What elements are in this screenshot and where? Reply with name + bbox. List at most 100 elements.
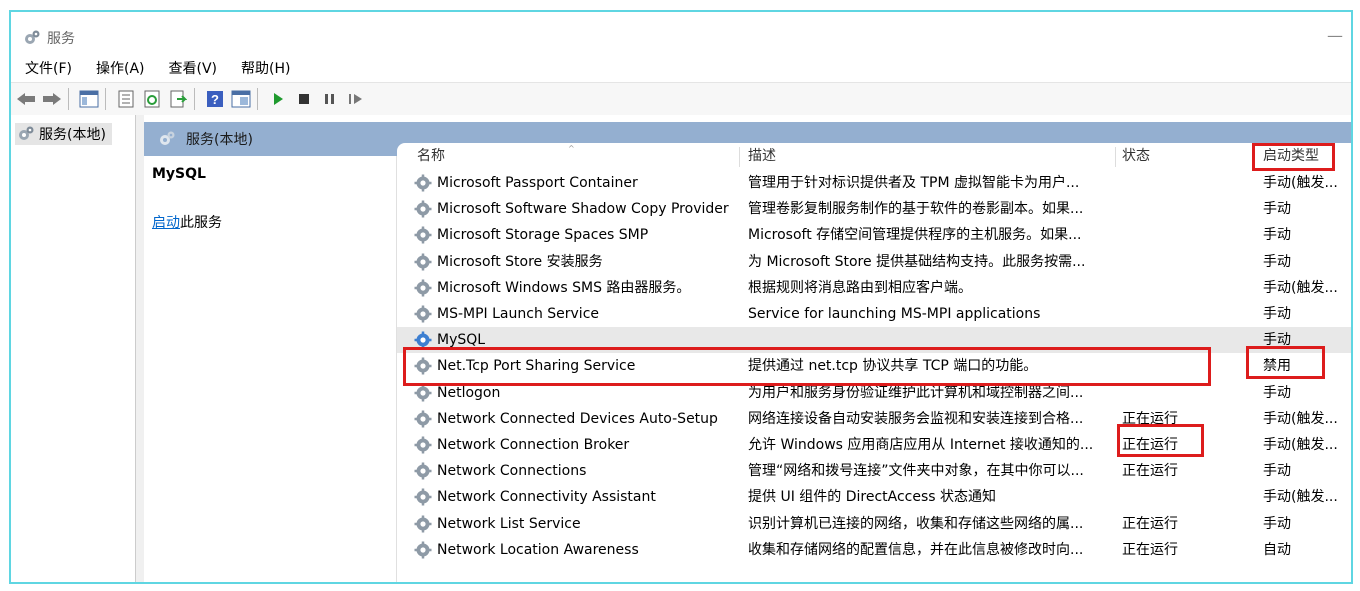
table-row[interactable]: Netlogon 为用户和服务身份验证维护此计算机和域控制器之间... 手动 (397, 380, 1351, 406)
service-description: 收集和存储网络的配置信息，并在此信息被修改时向... (748, 541, 1084, 558)
table-row[interactable]: Net.Tcp Port Sharing Service 提供通过 net.tcp… (397, 353, 1351, 379)
table-row[interactable]: Microsoft Storage Spaces SMP Microsoft 存储… (397, 222, 1351, 248)
tree-item-services-local[interactable]: 服务(本地) (15, 123, 112, 145)
service-startup-type: 手动 (1263, 306, 1291, 322)
service-name: Microsoft Software Shadow Copy Provider (437, 201, 729, 218)
services-gear-icon (25, 30, 40, 44)
service-gear-icon (414, 436, 432, 454)
service-name: Microsoft Store 安装服务 (437, 253, 603, 270)
service-name: Net.Tcp Port Sharing Service (437, 358, 636, 375)
column-separator[interactable] (1254, 147, 1255, 167)
console-icon[interactable] (230, 88, 252, 110)
pause-service-icon[interactable] (319, 88, 341, 110)
service-startup-type: 手动(触发... (1263, 410, 1338, 427)
show-hide-tree-icon[interactable] (78, 88, 100, 110)
stop-service-icon[interactable] (293, 88, 315, 110)
table-row[interactable]: Microsoft Store 安装服务 为 Microsoft Store 提供… (397, 249, 1351, 275)
service-action: 启动此服务 (152, 212, 222, 232)
menu-help[interactable]: 帮助(H) (227, 58, 300, 78)
service-gear-icon (414, 541, 432, 559)
table-row[interactable]: Network Connected Devices Auto-Setup 网络连接… (397, 406, 1351, 432)
refresh-icon[interactable] (141, 88, 163, 110)
service-startup-type: 手动(触发... (1263, 279, 1338, 296)
column-header-status[interactable]: 状态 (1122, 143, 1150, 169)
service-startup-type: 自动 (1263, 541, 1291, 558)
service-gear-icon (414, 410, 432, 428)
table-row[interactable]: Network Connections 管理“网络和拨号连接”文件夹中对象，在其中… (397, 458, 1351, 484)
toolbar-separator (257, 88, 258, 110)
service-status: 正在运行 (1122, 515, 1178, 532)
help-icon[interactable]: ? (204, 88, 226, 110)
service-gear-icon (414, 357, 432, 375)
service-gear-icon (414, 462, 432, 480)
window-title: 服务 (47, 31, 75, 47)
minimize-icon[interactable]: — (1327, 26, 1343, 45)
service-name: Network List Service (437, 515, 581, 532)
service-description: Microsoft 存储空间管理提供程序的主机服务。如果... (748, 227, 1082, 244)
service-startup-type: 手动(触发... (1263, 437, 1338, 453)
services-pane: 服务(本地) MySQL 启动此服务 名称 ^ 描述 状态 启动类型 Micro… (144, 115, 1351, 582)
service-name: Network Connections (437, 463, 587, 480)
service-startup-type: 手动 (1263, 463, 1291, 480)
table-row[interactable]: Network Location Awareness 收集和存储网络的配置信息，并… (397, 537, 1351, 563)
service-description: 为 Microsoft Store 提供基础结构支持。此服务按需... (748, 253, 1086, 270)
column-header-startup-type[interactable]: 启动类型 (1263, 143, 1319, 169)
service-description: 识别计算机已连接的网络，收集和存储这些网络的属... (748, 515, 1084, 532)
action-suffix: 此服务 (180, 215, 222, 231)
service-description: 网络连接设备自动安装服务会监视和安装连接到合格... (748, 410, 1084, 427)
service-name: Network Connected Devices Auto-Setup (437, 410, 718, 427)
svg-text:?: ? (211, 92, 219, 107)
services-gear-icon (160, 131, 175, 145)
table-row[interactable]: Microsoft Software Shadow Copy Provider 管… (397, 196, 1351, 222)
export-list-icon[interactable] (167, 88, 189, 110)
service-gear-icon (414, 488, 432, 506)
table-row[interactable]: MS-MPI Launch Service Service for launchi… (397, 301, 1351, 327)
service-status: 正在运行 (1122, 410, 1178, 427)
service-description: 管理卷影复制服务制作的基于软件的卷影副本。如果... (748, 201, 1084, 218)
toolbar-separator (194, 88, 195, 110)
tree-item-label: 服务(本地) (39, 127, 106, 143)
pane-splitter[interactable] (136, 115, 144, 582)
menu-file[interactable]: 文件(F) (11, 58, 82, 78)
service-gear-icon (414, 174, 432, 192)
column-header-name[interactable]: 名称 (417, 143, 445, 169)
menu-view[interactable]: 查看(V) (155, 58, 228, 78)
table-row[interactable]: Network Connectivity Assistant 提供 UI 组件的 … (397, 484, 1351, 510)
forward-icon[interactable] (41, 88, 63, 110)
service-status: 正在运行 (1122, 541, 1178, 558)
service-startup-type: 手动 (1263, 332, 1291, 349)
services-table: 名称 ^ 描述 状态 启动类型 Microsoft Passport Conta… (397, 143, 1351, 582)
sort-ascending-icon: ^ (568, 144, 575, 153)
column-separator[interactable] (739, 147, 740, 167)
service-startup-type: 禁用 (1263, 358, 1291, 375)
table-row[interactable]: Network List Service 识别计算机已连接的网络，收集和存储这些网… (397, 511, 1351, 537)
table-row[interactable]: Microsoft Passport Container 管理用于针对标识提供者及… (397, 170, 1351, 196)
console-tree: 服务(本地) (11, 115, 136, 582)
service-status: 正在运行 (1122, 463, 1178, 480)
start-service-icon[interactable] (267, 88, 289, 110)
service-status: 正在运行 (1122, 437, 1178, 453)
table-row[interactable]: Microsoft Windows SMS 路由器服务。 根据规则将消息路由到相应… (397, 275, 1351, 301)
service-name: Microsoft Windows SMS 路由器服务。 (437, 279, 691, 296)
toolbar: ? (11, 82, 1351, 116)
selected-service-name: MySQL (152, 166, 206, 182)
table-row[interactable]: MySQL 手动 (397, 327, 1351, 354)
service-startup-type: 手动 (1263, 201, 1291, 218)
service-gear-icon (414, 279, 432, 297)
toolbar-separator (105, 88, 106, 110)
services-gear-icon (19, 126, 34, 140)
service-description: 根据规则将消息路由到相应客户端。 (748, 279, 972, 296)
service-description: 提供通过 net.tcp 协议共享 TCP 端口的功能。 (748, 358, 1038, 375)
start-service-link[interactable]: 启动 (152, 215, 180, 231)
service-gear-icon (414, 305, 432, 323)
back-icon[interactable] (15, 88, 37, 110)
service-description: 管理“网络和拨号连接”文件夹中对象，在其中你可以... (748, 463, 1084, 480)
column-header-description[interactable]: 描述 (748, 143, 776, 169)
service-description: 管理用于针对标识提供者及 TPM 虚拟智能卡为用户... (748, 175, 1080, 191)
service-name: Network Connection Broker (437, 437, 630, 453)
properties-icon[interactable] (115, 88, 137, 110)
resume-service-icon[interactable] (345, 88, 367, 110)
menu-action[interactable]: 操作(A) (82, 58, 155, 78)
table-row[interactable]: Network Connection Broker 允许 Windows 应用商店… (397, 432, 1351, 458)
column-separator[interactable] (1115, 147, 1116, 167)
